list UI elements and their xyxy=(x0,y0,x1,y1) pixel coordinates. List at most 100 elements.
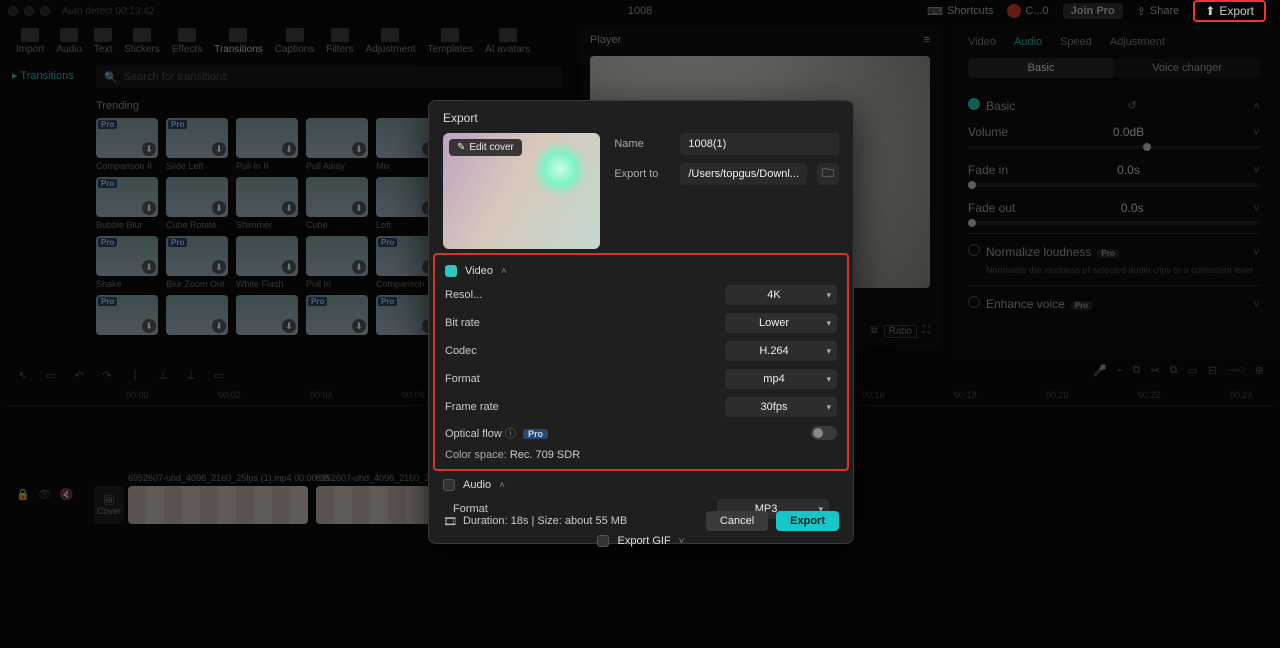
bitrate-select[interactable]: Lower xyxy=(725,313,837,333)
video-toggle-on[interactable] xyxy=(445,265,457,277)
timeline-tool-icon[interactable]: ↷ xyxy=(100,369,114,382)
framerate-select[interactable]: 30fps xyxy=(725,397,837,417)
transition-thumb[interactable]: ⬇Cube xyxy=(306,177,368,230)
timeline-tool-icon[interactable]: ▭ xyxy=(212,369,226,382)
subtab-voice-changer[interactable]: Voice changer xyxy=(1114,58,1260,78)
chevron-down-icon[interactable]: ˅ xyxy=(1253,201,1260,215)
traffic-light-min[interactable] xyxy=(24,6,34,16)
timeline-tool-icon[interactable]: ↶ xyxy=(72,369,86,382)
media-tool-filters[interactable]: Filters xyxy=(326,28,353,55)
timeline-right-tool-icon[interactable]: —○ xyxy=(1227,364,1245,377)
frame-icon[interactable]: ⧉ xyxy=(871,325,878,338)
timeline-tool-icon[interactable]: ⟂ xyxy=(156,369,170,382)
tab-audio[interactable]: Audio xyxy=(1014,36,1042,48)
transition-thumb[interactable]: Pro⬇Bubble Blur xyxy=(96,177,158,230)
search-transitions[interactable]: 🔍 Search for transitions xyxy=(96,66,562,88)
resolution-select[interactable]: 4K xyxy=(725,285,837,305)
media-tool-transitions[interactable]: Transitions xyxy=(214,28,263,55)
chevron-down-icon[interactable]: ˅ xyxy=(1253,245,1260,259)
basic-radio-icon[interactable] xyxy=(968,98,980,110)
media-tool-text[interactable]: Text xyxy=(94,28,112,55)
browse-folder-button[interactable]: 🗀 xyxy=(817,163,839,185)
timeline-tool-icon[interactable]: ⟂ xyxy=(184,369,198,382)
side-nav-transitions[interactable]: ▸ Transitions xyxy=(12,66,74,85)
join-pro-button[interactable]: Join Pro xyxy=(1063,3,1123,19)
download-icon[interactable]: ⬇ xyxy=(282,142,296,156)
download-icon[interactable]: ⬇ xyxy=(142,260,156,274)
lock-icon[interactable]: 🔒 xyxy=(16,488,30,501)
audio-section-header[interactable]: Audio ˄ xyxy=(443,475,839,495)
media-tool-templates[interactable]: Templates xyxy=(428,28,474,55)
fadeout-slider[interactable] xyxy=(968,221,1260,225)
traffic-light-close[interactable] xyxy=(8,6,18,16)
chevron-down-icon[interactable]: ˅ xyxy=(1253,125,1260,139)
tab-video[interactable]: Video xyxy=(968,36,996,48)
timeline-right-tool-icon[interactable]: ⎯ xyxy=(1117,364,1123,377)
chevron-down-icon[interactable]: ˅ xyxy=(1253,163,1260,177)
timeline-right-tool-icon[interactable]: ✂ xyxy=(1150,364,1159,377)
transition-thumb[interactable]: ⬇Shimmer xyxy=(236,177,298,230)
opticalflow-switch[interactable] xyxy=(811,426,837,440)
timeline-right-tool-icon[interactable]: ⧉ xyxy=(1133,364,1141,377)
shortcuts-button[interactable]: ⌨Shortcuts xyxy=(927,5,993,18)
timeline-right-tool-icon[interactable]: ⧉ xyxy=(1170,364,1178,377)
format-select[interactable]: mp4 xyxy=(725,369,837,389)
edit-cover-button[interactable]: ✎Edit cover xyxy=(449,139,522,156)
export-top-button[interactable]: ⬆Export xyxy=(1197,2,1262,20)
chevron-up-icon[interactable]: ˄ xyxy=(1253,99,1260,113)
download-icon[interactable]: ⬇ xyxy=(352,319,366,333)
download-icon[interactable]: ⬇ xyxy=(282,201,296,215)
tab-adjustment[interactable]: Adjustment xyxy=(1110,36,1165,48)
media-tool-import[interactable]: Import xyxy=(16,28,44,55)
media-tool-adjustment[interactable]: Adjustment xyxy=(365,28,415,55)
fullscreen-icon[interactable]: ⛶ xyxy=(923,325,930,338)
media-tool-ai-avatars[interactable]: AI avatars xyxy=(485,28,530,55)
transition-thumb[interactable]: Pro⬇Blur Zoom Out xyxy=(166,236,228,289)
transition-thumb[interactable]: Pro⬇Slide Left xyxy=(166,118,228,171)
share-button[interactable]: ⇪Share xyxy=(1137,5,1180,18)
exportto-input[interactable]: /Users/topgus/Downl... xyxy=(680,163,807,185)
transition-thumb[interactable]: ⬇Pull In II xyxy=(236,118,298,171)
download-icon[interactable]: ⬇ xyxy=(212,319,226,333)
timeline-right-tool-icon[interactable]: ⊕ xyxy=(1255,364,1264,377)
transition-thumb[interactable]: ⬇Pull In xyxy=(306,236,368,289)
mute-icon[interactable]: 🔇 xyxy=(60,488,74,501)
transition-thumb[interactable]: ⬇Cube Rotate xyxy=(166,177,228,230)
download-icon[interactable]: ⬇ xyxy=(212,201,226,215)
cancel-button[interactable]: Cancel xyxy=(706,511,768,531)
download-icon[interactable]: ⬇ xyxy=(142,201,156,215)
download-icon[interactable]: ⬇ xyxy=(282,260,296,274)
timeline-clip-a[interactable]: 6952607-uhd_4096_2160_25fps (1).mp4 00:0… xyxy=(128,486,308,524)
chevron-down-icon[interactable]: ˅ xyxy=(1253,297,1260,311)
transition-thumb[interactable]: Pro⬇Shake xyxy=(96,236,158,289)
transition-thumb[interactable]: Pro⬇ xyxy=(306,295,368,338)
traffic-light-max[interactable] xyxy=(40,6,50,16)
download-icon[interactable]: ⬇ xyxy=(352,201,366,215)
credits-indicator[interactable]: C...0 xyxy=(1007,4,1048,18)
download-icon[interactable]: ⬇ xyxy=(142,319,156,333)
timeline-cover-chip[interactable]: 🖼Cover xyxy=(94,486,124,524)
subtab-basic[interactable]: Basic xyxy=(968,58,1114,78)
download-icon[interactable]: ⬇ xyxy=(212,260,226,274)
timeline-right-tool-icon[interactable]: 🎤 xyxy=(1093,364,1107,377)
name-input[interactable]: 1008(1) xyxy=(680,133,839,155)
export-button[interactable]: Export xyxy=(776,511,839,531)
export-cover-preview[interactable]: ✎Edit cover xyxy=(443,133,600,249)
media-tool-stickers[interactable]: Stickers xyxy=(124,28,160,55)
ratio-button[interactable]: Ratio xyxy=(884,325,917,338)
audio-toggle-off[interactable] xyxy=(443,479,455,491)
media-tool-effects[interactable]: Effects xyxy=(172,28,202,55)
enhance-radio[interactable] xyxy=(968,296,980,308)
transition-thumb[interactable]: Pro⬇Comparison II xyxy=(96,118,158,171)
timeline-right-tool-icon[interactable]: ▭ xyxy=(1188,364,1198,377)
transition-thumb[interactable]: ⬇White Flash xyxy=(236,236,298,289)
player-menu-icon[interactable]: ≡ xyxy=(924,34,930,46)
download-icon[interactable]: ⬇ xyxy=(142,142,156,156)
timeline-tool-icon[interactable]: ▭ xyxy=(44,369,58,382)
transition-thumb[interactable]: ⬇Pull Away xyxy=(306,118,368,171)
download-icon[interactable]: ⬇ xyxy=(352,142,366,156)
download-icon[interactable]: ⬇ xyxy=(352,260,366,274)
download-icon[interactable]: ⬇ xyxy=(212,142,226,156)
timeline-right-tool-icon[interactable]: ⊟ xyxy=(1208,364,1217,377)
transition-thumb[interactable]: ⬇ xyxy=(166,295,228,338)
